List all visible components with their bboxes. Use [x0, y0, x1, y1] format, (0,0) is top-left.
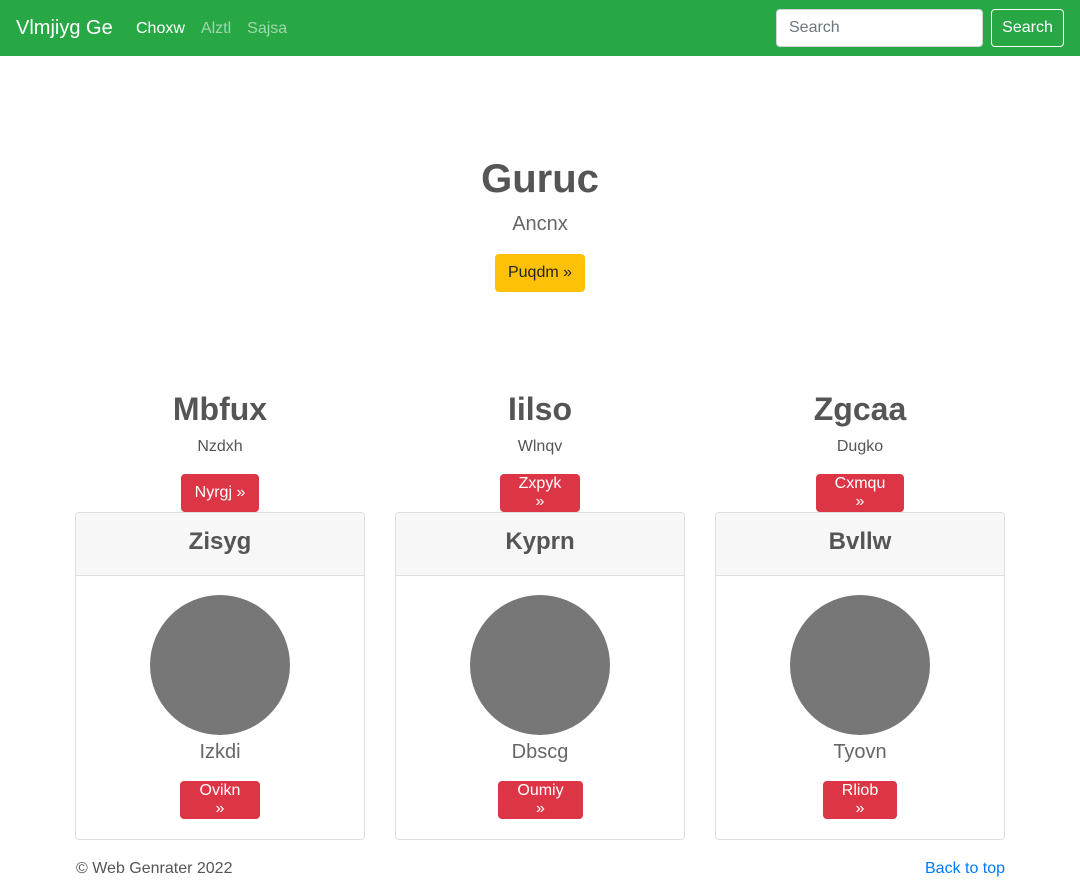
avatar-placeholder	[790, 595, 930, 735]
column-title: Iilso	[507, 391, 572, 427]
card: Kyprn Dbscg Oumiy »	[395, 512, 685, 840]
card-text: Dbscg	[511, 741, 569, 763]
navbar: Vlmjiyg Ge Choxw Alztl Sajsa Search	[0, 0, 1080, 56]
column-subtitle: Dugko	[836, 438, 884, 455]
card-button[interactable]: Rliob »	[823, 781, 897, 819]
card: Bvllw Tyovn Rliob »	[715, 512, 1005, 840]
nav-links: Choxw Alztl Sajsa	[136, 19, 303, 38]
card-text: Tyovn	[833, 741, 887, 763]
card: Zisyg Izkdi Ovikn »	[75, 512, 365, 840]
card-header: Zisyg	[76, 513, 364, 576]
hero-button[interactable]: Puqdm »	[495, 254, 585, 292]
column-button[interactable]: Zxpyk »	[500, 474, 580, 512]
hero-subtitle: Ancnx	[512, 213, 568, 235]
brand-logo[interactable]: Vlmjiyg Ge	[16, 16, 113, 40]
column-subtitle: Wlnqv	[517, 438, 563, 455]
card-button[interactable]: Oumiy »	[498, 781, 583, 819]
back-to-top-link[interactable]: Back to top	[925, 859, 1005, 878]
avatar-placeholder	[470, 595, 610, 735]
search-button[interactable]: Search	[991, 9, 1064, 47]
column-subtitle: Nzdxh	[197, 438, 243, 455]
card-button[interactable]: Ovikn »	[180, 781, 260, 819]
column-title: Zgcaa	[813, 391, 907, 427]
footer-copyright: © Web Genrater 2022	[76, 860, 233, 877]
column-button[interactable]: Nyrgj »	[181, 474, 259, 512]
nav-link-choxw[interactable]: Choxw	[136, 19, 185, 38]
card-text: Izkdi	[199, 741, 241, 763]
nav-link-sajsa[interactable]: Sajsa	[247, 19, 287, 38]
avatar-placeholder	[150, 595, 290, 735]
column-title: Mbfux	[172, 391, 268, 427]
card-header: Kyprn	[396, 513, 684, 576]
nav-link-alztl[interactable]: Alztl	[201, 19, 231, 38]
card-header: Bvllw	[716, 513, 1004, 576]
column-button[interactable]: Cxmqu »	[816, 474, 904, 512]
hero-title: Guruc	[481, 157, 599, 201]
search-input[interactable]	[776, 9, 983, 47]
